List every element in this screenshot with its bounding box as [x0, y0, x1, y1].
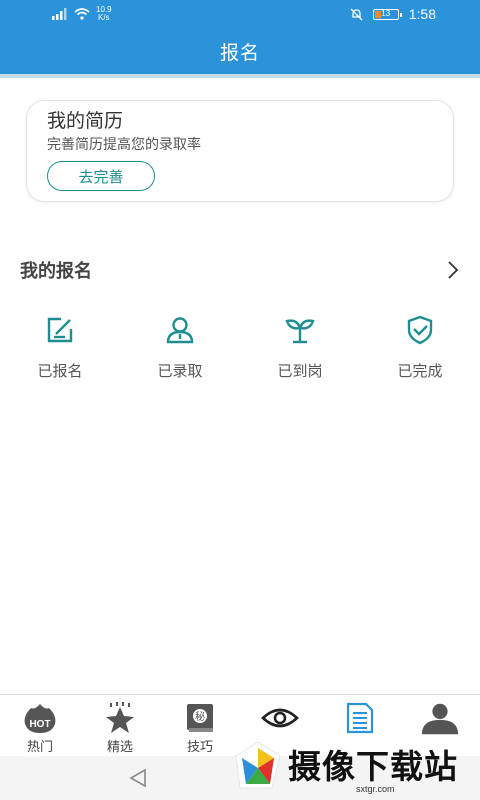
status-right: 13 1:58	[350, 6, 436, 22]
hot-badge-text: HOT	[29, 719, 50, 730]
wifi-icon	[74, 8, 90, 20]
my-applications-title: 我的报名	[20, 261, 92, 281]
back-triangle-icon[interactable]	[126, 766, 150, 790]
person-icon	[166, 317, 194, 344]
status-applied[interactable]: 已报名	[0, 314, 120, 386]
resume-subtitle: 完善简历提高您的录取率	[47, 136, 201, 152]
tab-tips-label: 技巧	[186, 739, 213, 754]
status-onboarded[interactable]: 已到岗	[240, 314, 360, 386]
resume-title: 我的简历	[47, 111, 124, 132]
title-divider	[0, 74, 480, 78]
status-completed[interactable]: 已完成	[360, 314, 480, 386]
resume-card: 我的简历 完善简历提高您的录取率 去完善	[26, 100, 454, 202]
tab-tips[interactable]: 秘 技巧	[160, 695, 240, 756]
tips-badge-text: 秘	[195, 710, 205, 723]
application-status-grid: 已报名 已录取 已到岗 已完成	[0, 314, 480, 386]
status-onboarded-label: 已到岗	[277, 363, 323, 380]
watermark-text: 摄像下载站	[288, 747, 458, 786]
battery-icon: 13	[372, 8, 402, 20]
battery-percent: 13	[381, 9, 391, 18]
battery-level	[374, 10, 381, 18]
clock: 1:58	[408, 6, 436, 22]
watermark: 摄像下载站 sxtgr.com	[232, 738, 480, 800]
document-icon	[340, 701, 380, 735]
hot-flame-icon: HOT	[20, 701, 60, 735]
status-completed-label: 已完成	[397, 363, 443, 380]
status-admitted-label: 已录取	[157, 363, 203, 380]
shield-check-icon	[407, 315, 433, 345]
tab-hot[interactable]: HOT 热门	[0, 695, 80, 756]
watermark-logo-icon	[235, 741, 281, 789]
page-title: 报名	[219, 42, 260, 64]
chevron-right-icon[interactable]	[446, 258, 460, 282]
sprout-icon	[285, 319, 315, 344]
edit-icon	[47, 317, 73, 343]
star-icon	[100, 701, 140, 735]
mute-bell-icon	[350, 8, 363, 20]
profile-icon	[420, 701, 460, 735]
eye-icon	[260, 701, 300, 735]
network-speed: 10.9 K/s	[96, 5, 112, 22]
tab-featured-label: 精选	[106, 739, 133, 754]
status-admitted[interactable]: 已录取	[120, 314, 240, 386]
my-applications-header[interactable]: 我的报名	[20, 256, 460, 284]
signal-icon	[52, 8, 67, 20]
status-left: 10.9 K/s	[52, 6, 112, 22]
secret-book-icon: 秘	[180, 701, 220, 735]
status-applied-label: 已报名	[37, 363, 83, 380]
tab-hot-label: 热门	[26, 739, 53, 754]
status-bar: 10.9 K/s 13 1:58	[0, 0, 480, 28]
watermark-url: sxtgr.com	[356, 784, 395, 794]
tab-featured[interactable]: 精选	[80, 695, 160, 756]
title-bar: 报名	[0, 28, 480, 74]
complete-resume-button[interactable]: 去完善	[47, 161, 155, 191]
